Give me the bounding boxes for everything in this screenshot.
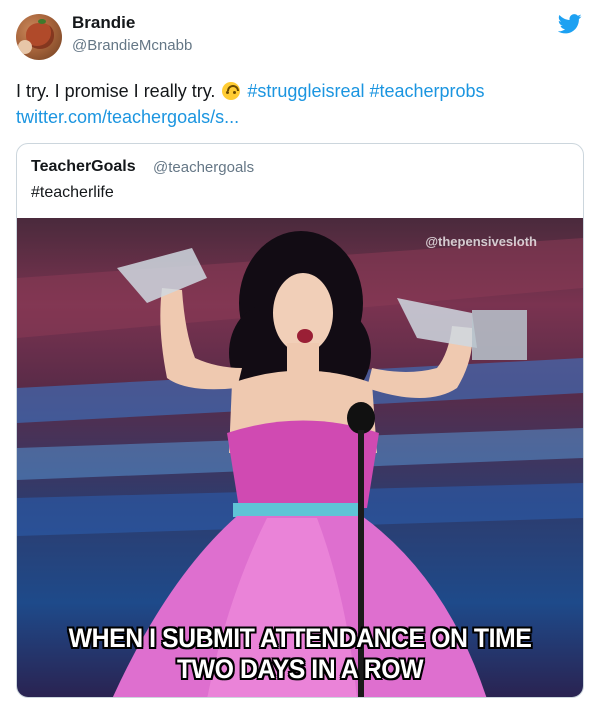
meme-watermark: @thepensivesloth bbox=[425, 234, 537, 249]
hashtag-struggleisreal[interactable]: #struggleisreal bbox=[247, 81, 364, 101]
hashtag-teacherprobs[interactable]: #teacherprobs bbox=[369, 81, 484, 101]
author-name[interactable]: Brandie bbox=[72, 13, 135, 33]
meme-image[interactable]: @thepensivesloth WHEN I SUBMIT ATTENDANC… bbox=[17, 218, 583, 697]
quoted-author-handle[interactable]: @teachergoals bbox=[153, 159, 254, 176]
avatar[interactable] bbox=[16, 14, 62, 60]
meme-caption-line-2: TWO DAYS IN A ROW bbox=[176, 654, 424, 684]
quoted-tweet[interactable]: TeacherGoals @teachergoals #teacherlife bbox=[16, 143, 584, 698]
upside-down-face-emoji-icon bbox=[222, 82, 241, 100]
tweet-body: I try. I promise I really try. #struggle… bbox=[16, 78, 576, 130]
tweet-text: I try. I promise I really try. bbox=[16, 81, 216, 101]
quoted-tweet-link[interactable]: twitter.com/teachergoals/s... bbox=[16, 107, 239, 127]
quoted-author-name[interactable]: TeacherGoals bbox=[31, 158, 136, 176]
author-handle[interactable]: @BrandieMcnabb bbox=[72, 37, 192, 54]
tweet-card: Brandie @BrandieMcnabb I try. I promise … bbox=[0, 0, 600, 704]
quoted-hashtag-teacherlife[interactable]: #teacherlife bbox=[31, 184, 114, 202]
twitter-bird-icon[interactable] bbox=[558, 14, 582, 34]
meme-caption-line-1: WHEN I SUBMIT ATTENDANCE ON TIME bbox=[68, 623, 532, 653]
